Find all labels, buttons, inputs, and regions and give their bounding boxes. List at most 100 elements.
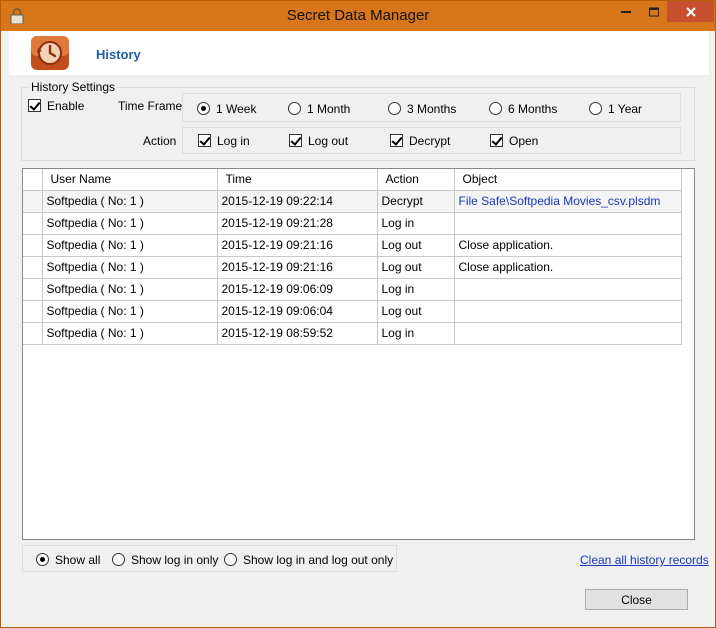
filter-label: Show log in only <box>131 552 219 567</box>
enable-checkbox[interactable]: Enable <box>28 98 84 113</box>
row-header[interactable] <box>23 278 43 301</box>
clean-history-link[interactable]: Clean all history records <box>580 553 709 567</box>
radio-button[interactable] <box>36 553 49 567</box>
row-header[interactable] <box>23 212 43 235</box>
cell-user-name: Softpedia ( No: 1 ) <box>42 256 218 279</box>
table-row[interactable]: Softpedia ( No: 1 ) 2015-12-19 08:59:52 Lo… <box>23 322 682 345</box>
cell-action: Log in <box>377 278 455 301</box>
cell-time: 2015-12-19 09:22:14 <box>217 190 378 213</box>
timeframe-option-1-year[interactable]: 1 Year <box>589 101 642 116</box>
timeframe-option-1-week[interactable]: 1 Week <box>197 101 256 116</box>
timeframe-label: 1 Week <box>216 101 257 116</box>
cell-object: Close application. <box>454 234 682 257</box>
filter-label: Show log in and log out only <box>243 552 394 567</box>
minimize-icon <box>621 10 631 13</box>
table-row[interactable]: Softpedia ( No: 1 ) 2015-12-19 09:21:28 Lo… <box>23 212 682 235</box>
cell-user-name: Softpedia ( No: 1 ) <box>42 300 218 323</box>
title-bar[interactable]: Secret Data Manager <box>1 1 715 31</box>
radio-button[interactable] <box>388 102 401 116</box>
cell-action: Log in <box>377 322 455 345</box>
timeframe-option-6-months[interactable]: 6 Months <box>489 101 557 116</box>
radio-button[interactable] <box>489 102 502 116</box>
close-button[interactable]: Close <box>585 589 688 610</box>
radio-button[interactable] <box>288 102 301 116</box>
timeframe-option-3-months[interactable]: 3 Months <box>388 101 456 116</box>
action-checkbox-log-in[interactable]: Log in <box>198 133 250 148</box>
cell-action: Log out <box>377 300 455 323</box>
row-header[interactable] <box>23 300 43 323</box>
action-checkbox-decrypt[interactable]: Decrypt <box>390 133 450 148</box>
timeframe-label: 3 Months <box>407 101 457 116</box>
timeframe-label: 6 Months <box>508 101 558 116</box>
window-close-button[interactable] <box>667 1 714 22</box>
table-row[interactable]: Softpedia ( No: 1 ) 2015-12-19 09:22:14 De… <box>23 190 682 213</box>
enable-checkbox-box[interactable] <box>28 99 41 113</box>
cell-time: 2015-12-19 08:59:52 <box>217 322 378 345</box>
checkbox[interactable] <box>289 134 302 148</box>
radio-button[interactable] <box>197 102 210 116</box>
cell-object <box>454 322 682 345</box>
time-frame-label: Time Frame <box>118 99 183 113</box>
column-header-user-name[interactable]: User Name <box>42 169 218 191</box>
column-header-time[interactable]: Time <box>217 169 378 191</box>
close-icon <box>685 6 696 17</box>
cell-time: 2015-12-19 09:06:09 <box>217 278 378 301</box>
history-clock-icon <box>31 36 69 70</box>
cell-user-name: Softpedia ( No: 1 ) <box>42 234 218 257</box>
timeframe-label: 1 Month <box>307 101 351 116</box>
filter-show-log-in-only[interactable]: Show log in only <box>112 552 218 567</box>
cell-object: Close application. <box>454 256 682 279</box>
cell-user-name: Softpedia ( No: 1 ) <box>42 212 218 235</box>
checkbox[interactable] <box>490 134 503 148</box>
row-header[interactable] <box>23 322 43 345</box>
table-row[interactable]: Softpedia ( No: 1 ) 2015-12-19 09:06:04 Lo… <box>23 300 682 323</box>
page-title: History <box>96 47 141 62</box>
row-header[interactable] <box>23 190 43 213</box>
action-checkbox-log-out[interactable]: Log out <box>289 133 348 148</box>
history-table-body: Softpedia ( No: 1 ) 2015-12-19 09:22:14 De… <box>23 190 682 345</box>
row-header-corner <box>23 169 43 191</box>
action-option-label: Open <box>509 133 539 148</box>
cell-user-name: Softpedia ( No: 1 ) <box>42 190 218 213</box>
table-header-row: User Name Time Action Object <box>23 169 682 191</box>
cell-time: 2015-12-19 09:06:04 <box>217 300 378 323</box>
action-option-label: Decrypt <box>409 133 451 148</box>
row-header[interactable] <box>23 256 43 279</box>
cell-user-name: Softpedia ( No: 1 ) <box>42 322 218 345</box>
checkbox[interactable] <box>198 134 211 148</box>
radio-button[interactable] <box>589 102 602 116</box>
checkbox[interactable] <box>390 134 403 148</box>
table-row[interactable]: Softpedia ( No: 1 ) 2015-12-19 09:21:16 Lo… <box>23 256 682 279</box>
minimize-button[interactable] <box>612 1 640 22</box>
window-title: Secret Data Manager <box>286 7 430 24</box>
history-table[interactable]: User Name Time Action Object Softpedia (… <box>23 169 682 345</box>
cell-time: 2015-12-19 09:21:28 <box>217 212 378 235</box>
column-header-action[interactable]: Action <box>377 169 455 191</box>
header-banner: History <box>9 31 709 75</box>
action-checkbox-open[interactable]: Open <box>490 133 538 148</box>
cell-time: 2015-12-19 09:21:16 <box>217 256 378 279</box>
column-header-object[interactable]: Object <box>454 169 682 191</box>
cell-time: 2015-12-19 09:21:16 <box>217 234 378 257</box>
cell-object <box>454 300 682 323</box>
filter-show-all[interactable]: Show all <box>36 552 100 567</box>
action-option-label: Log out <box>308 133 349 148</box>
timeframe-option-1-month[interactable]: 1 Month <box>288 101 350 116</box>
row-header[interactable] <box>23 234 43 257</box>
radio-button[interactable] <box>112 553 125 567</box>
filter-show-log-in-and-log-out[interactable]: Show log in and log out only <box>224 552 393 567</box>
history-table-panel[interactable]: User Name Time Action Object Softpedia (… <box>22 168 695 540</box>
action-option-label: Log in <box>217 133 250 148</box>
app-window: Secret Data Manager History History Sett… <box>0 0 716 628</box>
table-row[interactable]: Softpedia ( No: 1 ) 2015-12-19 09:06:09 Lo… <box>23 278 682 301</box>
filter-label: Show all <box>55 552 101 567</box>
cell-action: Log out <box>377 256 455 279</box>
table-row[interactable]: Softpedia ( No: 1 ) 2015-12-19 09:21:16 Lo… <box>23 234 682 257</box>
cell-object <box>454 212 682 235</box>
radio-button[interactable] <box>224 553 237 567</box>
maximize-button[interactable] <box>640 1 667 22</box>
action-label: Action <box>143 134 177 148</box>
cell-object <box>454 278 682 301</box>
cell-action: Log in <box>377 212 455 235</box>
maximize-icon <box>648 7 659 16</box>
